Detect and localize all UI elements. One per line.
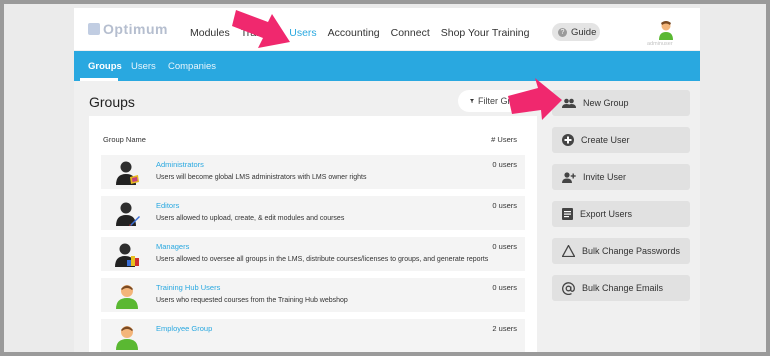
- pointer-arrow-users-icon: [232, 10, 290, 48]
- group-description: Users will become global LMS administrat…: [156, 174, 367, 181]
- screenshot-frame: Optimum Modules Training Users Accountin…: [0, 0, 770, 356]
- add-person-icon: [562, 171, 576, 183]
- at-icon: [562, 281, 575, 295]
- user-icon: [116, 326, 138, 350]
- group-user-count: 2 users: [492, 324, 517, 333]
- bulk-change-emails-label: Bulk Change Emails: [582, 283, 664, 293]
- tab-companies[interactable]: Companies: [168, 61, 216, 72]
- active-tab-indicator: [80, 78, 118, 81]
- top-bar: Optimum Modules Training Users Accountin…: [74, 8, 700, 50]
- logo-text: Optimum: [103, 21, 168, 37]
- app-page: Optimum Modules Training Users Accountin…: [74, 8, 700, 352]
- table-row[interactable]: Editors Users allowed to upload, create,…: [101, 196, 525, 230]
- question-icon: ?: [558, 27, 567, 37]
- group-description: Users allowed to upload, create, & edit …: [156, 215, 345, 222]
- new-group-label: New Group: [583, 98, 629, 108]
- user-name-caption: adminuser: [647, 41, 673, 47]
- groups-table: Group Name # Users Administrators Users …: [89, 116, 537, 352]
- warning-icon: [562, 245, 575, 257]
- new-group-button[interactable]: New Group: [552, 90, 690, 116]
- plus-circle-icon: [562, 134, 574, 146]
- nav-accounting[interactable]: Accounting: [328, 27, 380, 39]
- create-user-button[interactable]: Create User: [552, 127, 690, 153]
- brand-logo[interactable]: Optimum: [88, 21, 168, 37]
- group-user-count: 0 users: [492, 201, 517, 210]
- column-header-user-count: # Users: [491, 135, 517, 144]
- invite-user-button[interactable]: Invite User: [552, 164, 690, 190]
- table-row[interactable]: Training Hub Users Users who requested c…: [101, 278, 525, 312]
- group-icon: [562, 98, 576, 108]
- nav-shop-your-training[interactable]: Shop Your Training: [441, 27, 530, 39]
- bulk-change-passwords-label: Bulk Change Passwords: [582, 246, 681, 256]
- document-icon: [562, 208, 573, 220]
- tab-users[interactable]: Users: [131, 61, 156, 72]
- group-description: Users allowed to oversee all groups in t…: [156, 256, 489, 263]
- group-name-link[interactable]: Managers: [156, 242, 189, 251]
- table-row[interactable]: Administrators Users will become global …: [101, 155, 525, 189]
- nav-connect[interactable]: Connect: [391, 27, 430, 39]
- nav-modules[interactable]: Modules: [190, 27, 230, 39]
- sub-nav: Groups Users Companies: [74, 51, 700, 81]
- logo-icon: [88, 23, 100, 35]
- editor-user-icon: [116, 202, 140, 226]
- page-title: Groups: [89, 94, 135, 110]
- group-user-count: 0 users: [492, 242, 517, 251]
- create-user-label: Create User: [581, 135, 630, 145]
- admin-user-icon: [116, 161, 139, 185]
- filter-icon: [470, 99, 474, 103]
- invite-user-label: Invite User: [583, 172, 627, 182]
- pointer-arrow-new-group-icon: [508, 78, 562, 120]
- tab-groups[interactable]: Groups: [88, 61, 122, 72]
- manager-user-icon: [115, 243, 139, 267]
- group-name-link[interactable]: Training Hub Users: [156, 283, 220, 292]
- group-description: Users who requested courses from the Tra…: [156, 297, 348, 304]
- column-header-group-name: Group Name: [103, 135, 146, 144]
- table-row[interactable]: Managers Users allowed to oversee all gr…: [101, 237, 525, 271]
- group-user-count: 0 users: [492, 283, 517, 292]
- table-row[interactable]: Employee Group 2 users: [101, 319, 525, 352]
- group-name-link[interactable]: Editors: [156, 201, 179, 210]
- user-avatar-icon[interactable]: [658, 20, 674, 40]
- export-users-button[interactable]: Export Users: [552, 201, 690, 227]
- group-name-link[interactable]: Administrators: [156, 160, 204, 169]
- bulk-change-passwords-button[interactable]: Bulk Change Passwords: [552, 238, 690, 264]
- group-user-count: 0 users: [492, 160, 517, 169]
- user-icon: [116, 285, 138, 309]
- guide-button[interactable]: ? Guide: [552, 23, 600, 41]
- export-users-label: Export Users: [580, 209, 633, 219]
- guide-label: Guide: [571, 26, 597, 38]
- group-name-link[interactable]: Employee Group: [156, 324, 212, 333]
- bulk-change-emails-button[interactable]: Bulk Change Emails: [552, 275, 690, 301]
